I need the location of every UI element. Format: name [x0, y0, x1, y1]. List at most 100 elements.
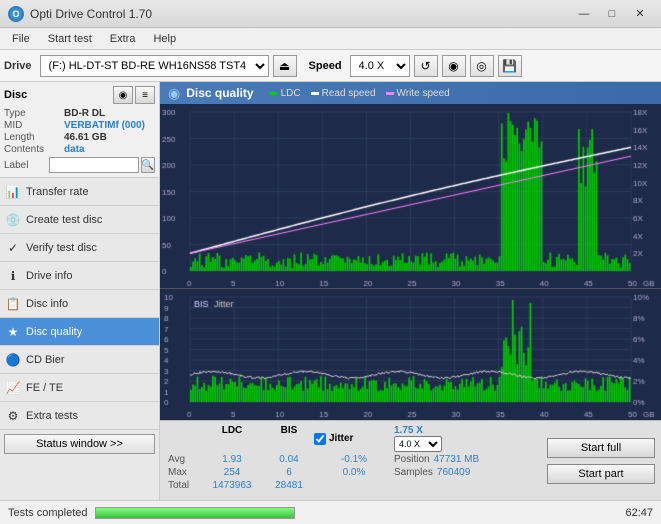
- charts-container: [160, 104, 661, 420]
- label-search-button[interactable]: 🔍: [141, 157, 155, 173]
- disc-contents-label: Contents: [4, 144, 64, 155]
- disc-icon-btn-2[interactable]: ≡: [135, 86, 155, 104]
- max-bis: 6: [264, 467, 314, 478]
- progress-bar-container: [95, 507, 295, 519]
- fe-te-icon: 📈: [6, 381, 20, 395]
- disc-mid-value: VERBATIMf (000): [64, 120, 145, 131]
- ldc-color: [270, 92, 278, 95]
- sidebar: Disc ◉ ≡ Type BD-R DL MID VERBATIMf (000…: [0, 82, 160, 500]
- start-part-button[interactable]: Start part: [547, 464, 655, 484]
- main-area: Disc ◉ ≡ Type BD-R DL MID VERBATIMf (000…: [0, 82, 661, 500]
- sidebar-item-disc-quality[interactable]: ★ Disc quality: [0, 318, 159, 346]
- jitter-checkbox[interactable]: [314, 433, 326, 445]
- bottom-chart: [160, 289, 661, 420]
- total-bis: 28481: [264, 480, 314, 491]
- legend-read-speed-label: Read speed: [322, 88, 376, 99]
- menu-file[interactable]: File: [4, 31, 38, 47]
- ldc-header: LDC: [200, 425, 264, 452]
- right-panel: Start full Start part: [541, 421, 661, 500]
- disc-info-icon: 📋: [6, 297, 20, 311]
- disc-type-value: BD-R DL: [64, 108, 105, 119]
- stats-header-row: LDC BIS Jitter 1.75 X 4.0 X: [168, 425, 533, 452]
- max-label: Max: [168, 467, 200, 478]
- speed-refresh-button[interactable]: ↺: [414, 55, 438, 77]
- speed-label: Speed: [309, 60, 342, 72]
- sidebar-item-cd-bier[interactable]: 🔵 CD Bier: [0, 346, 159, 374]
- minimize-button[interactable]: —: [571, 4, 597, 24]
- drive-selector[interactable]: (F:) HL-DT-ST BD-RE WH16NS58 TST4: [40, 55, 269, 77]
- sidebar-item-label: CD Bier: [26, 354, 65, 366]
- legend-ldc: LDC: [270, 88, 301, 99]
- sidebar-item-transfer-rate[interactable]: 📊 Transfer rate: [0, 178, 159, 206]
- total-ldc: 1473963: [200, 480, 264, 491]
- status-text: Tests completed: [8, 507, 87, 519]
- legend-read-speed: Read speed: [311, 88, 376, 99]
- menu-help[interactable]: Help: [145, 31, 184, 47]
- disc-label-row: Label 🔍: [4, 157, 155, 173]
- sidebar-item-fe-te[interactable]: 📈 FE / TE: [0, 374, 159, 402]
- chart-legend: LDC Read speed Write speed: [270, 88, 450, 99]
- time-display: 62:47: [625, 507, 653, 519]
- toolbar-btn-2[interactable]: ◎: [470, 55, 494, 77]
- title-text: Opti Drive Control 1.70: [30, 7, 152, 21]
- legend-write-speed: Write speed: [386, 88, 450, 99]
- sidebar-item-drive-info[interactable]: ℹ Drive info: [0, 262, 159, 290]
- stat-blank: [168, 425, 200, 452]
- sidebar-item-label: Transfer rate: [26, 186, 89, 198]
- write-speed-color: [386, 92, 394, 95]
- sidebar-item-label: Disc info: [26, 298, 68, 310]
- speed-header: 1.75 X 4.0 X: [394, 425, 444, 452]
- window-controls: — □ ✕: [571, 4, 653, 24]
- sidebar-item-disc-info[interactable]: 📋 Disc info: [0, 290, 159, 318]
- drive-label: Drive: [4, 60, 32, 72]
- disc-contents-row: Contents data: [4, 144, 155, 155]
- disc-title: Disc: [4, 89, 27, 101]
- status-window-button[interactable]: Status window >>: [4, 434, 155, 454]
- stats-left: LDC BIS Jitter 1.75 X 4.0 X Avg: [160, 421, 541, 500]
- disc-type-row: Type BD-R DL: [4, 108, 155, 119]
- avg-label: Avg: [168, 454, 200, 465]
- maximize-button[interactable]: □: [599, 4, 625, 24]
- speed-selector[interactable]: 4.0 X: [350, 55, 410, 77]
- sidebar-item-label: Extra tests: [26, 410, 78, 422]
- eject-button[interactable]: ⏏: [273, 55, 297, 77]
- sidebar-item-label: Disc quality: [26, 326, 82, 338]
- title-bar-left: O Opti Drive Control 1.70: [8, 6, 152, 22]
- ldc-chart-canvas: [160, 104, 661, 289]
- status-bar: Tests completed 62:47: [0, 500, 661, 524]
- menu-start-test[interactable]: Start test: [40, 31, 100, 47]
- title-bar: O Opti Drive Control 1.70 — □ ✕: [0, 0, 661, 28]
- chart-header-icon: ◉: [168, 85, 180, 102]
- disc-mid-label: MID: [4, 120, 64, 131]
- jitter-header: Jitter: [329, 433, 353, 444]
- chart-header: ◉ Disc quality LDC Read speed Write spee…: [160, 82, 661, 104]
- menu-extra[interactable]: Extra: [102, 31, 144, 47]
- toolbar-btn-1[interactable]: ◉: [442, 55, 466, 77]
- disc-label-label: Label: [4, 160, 49, 171]
- sidebar-item-verify-test-disc[interactable]: ✓ Verify test disc: [0, 234, 159, 262]
- legend-write-speed-label: Write speed: [397, 88, 450, 99]
- label-input[interactable]: [49, 157, 139, 173]
- samples-label: Samples: [394, 467, 433, 478]
- create-test-disc-icon: 💿: [6, 213, 20, 227]
- close-button[interactable]: ✕: [627, 4, 653, 24]
- disc-type-label: Type: [4, 108, 64, 119]
- save-button[interactable]: 💾: [498, 55, 522, 77]
- read-speed-color: [311, 92, 319, 95]
- sidebar-item-extra-tests[interactable]: ⚙ Extra tests: [0, 402, 159, 430]
- total-stats-row: Total 1473963 28481: [168, 480, 533, 491]
- cd-bier-icon: 🔵: [6, 353, 20, 367]
- menu-bar: File Start test Extra Help: [0, 28, 661, 50]
- total-label: Total: [168, 480, 200, 491]
- disc-length-value: 46.61 GB: [64, 132, 107, 143]
- disc-header: Disc ◉ ≡: [4, 86, 155, 104]
- sidebar-item-create-test-disc[interactable]: 💿 Create test disc: [0, 206, 159, 234]
- chart-area: ◉ Disc quality LDC Read speed Write spee…: [160, 82, 661, 500]
- sidebar-item-label: FE / TE: [26, 382, 63, 394]
- disc-mid-row: MID VERBATIMf (000): [4, 120, 155, 131]
- bis-header: BIS: [264, 425, 314, 452]
- start-full-button[interactable]: Start full: [547, 438, 655, 458]
- speed-select[interactable]: 4.0 X: [394, 436, 442, 452]
- disc-icon-btn-1[interactable]: ◉: [113, 86, 133, 104]
- position-label: Position: [394, 454, 430, 465]
